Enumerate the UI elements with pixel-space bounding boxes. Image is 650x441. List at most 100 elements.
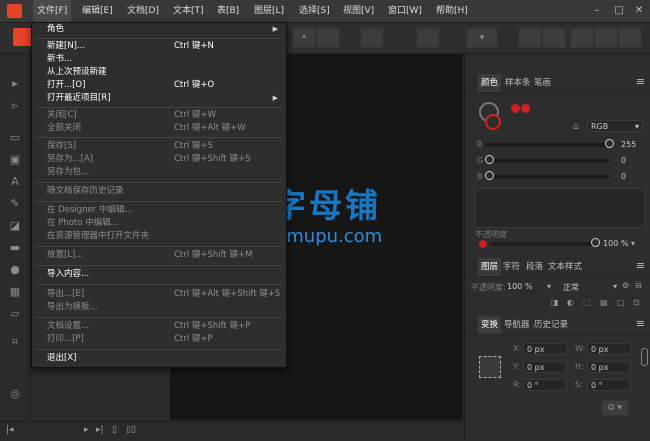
add-layer-icon[interactable]: ▤ xyxy=(600,298,608,307)
channel-r-value[interactable]: 255 xyxy=(621,140,636,149)
menu-item-save-as[interactable]: 另存为...[A] Ctrl 键+Shift 键+S xyxy=(32,153,286,166)
crop-tool-icon[interactable]: ⌗ xyxy=(8,336,22,348)
menu-item-import-content[interactable]: 导入内容... xyxy=(32,268,286,281)
link-aspect-icon[interactable] xyxy=(641,348,648,366)
tab-character[interactable]: 字符 xyxy=(500,258,523,276)
transform-r-field[interactable]: 0 ° xyxy=(523,379,567,391)
group-icon[interactable]: ▢ xyxy=(617,298,625,307)
tab-swatches[interactable]: 样本条 xyxy=(502,74,534,92)
channel-r-slider[interactable] xyxy=(485,143,609,147)
channel-g-knob[interactable] xyxy=(485,155,494,164)
transform-s-field[interactable]: 0 ° xyxy=(587,379,631,391)
fx-icon[interactable]: ⬚ xyxy=(583,298,591,307)
menu-edit[interactable]: 编辑[E] xyxy=(78,0,117,22)
chevron-down-icon[interactable]: ▾ xyxy=(613,282,617,291)
menu-item-print[interactable]: 打印...[P] Ctrl 键+P xyxy=(32,333,286,346)
menu-item-place[interactable]: 放置[L]... Ctrl 键+Shift 键+M xyxy=(32,249,286,262)
rectangle-tool-icon[interactable]: ▬ xyxy=(8,242,22,254)
tab-history[interactable]: 历史记录 xyxy=(531,316,571,334)
toolbar-dropdown[interactable]: ▾ xyxy=(466,28,498,48)
persona-icon[interactable] xyxy=(13,28,33,46)
menu-item-close-all[interactable]: 全部关闭 Ctrl 键+Alt 键+W xyxy=(32,122,286,135)
pointer-tool-icon[interactable]: ▸ xyxy=(8,78,22,90)
toolbar-button[interactable] xyxy=(570,28,594,48)
menu-item-open[interactable]: 打开...[O] Ctrl 键+O xyxy=(32,79,286,92)
menu-view[interactable]: 视图[V] xyxy=(339,0,378,22)
delete-icon[interactable]: ⊡ xyxy=(633,298,640,307)
channel-r-knob[interactable] xyxy=(605,139,614,148)
menu-item-new[interactable]: 新建[N]... Ctrl 键+N xyxy=(32,40,286,53)
menu-item-role[interactable]: 角色 ▶ xyxy=(32,23,286,36)
toolbar-button[interactable] xyxy=(360,28,384,48)
page-icon[interactable]: ▯ xyxy=(112,425,117,435)
menu-select[interactable]: 选择[S] xyxy=(295,0,334,22)
toolbar-button[interactable] xyxy=(416,28,440,48)
chevron-down-icon[interactable]: ▾ xyxy=(631,239,635,248)
layer-opacity-value[interactable]: 100 % xyxy=(507,282,532,291)
tab-navigator[interactable]: 导航器 xyxy=(501,316,533,334)
menu-help[interactable]: 帮助[H] xyxy=(432,0,472,22)
last-page-icon[interactable]: ▸| xyxy=(96,425,104,435)
close-window-button[interactable]: ✕ xyxy=(628,0,650,22)
table-tool-icon[interactable]: ▦ xyxy=(8,286,22,298)
color-opacity-value[interactable]: 100 % xyxy=(603,239,628,248)
toolbar-button[interactable] xyxy=(542,28,566,48)
blend-mode-value[interactable]: 正常 xyxy=(563,282,579,293)
channel-g-slider[interactable] xyxy=(485,159,609,163)
menu-item-edit-in-photo[interactable]: 在 Photo 中编辑... xyxy=(32,217,286,230)
color-opacity-knob[interactable] xyxy=(591,238,600,247)
panel-menu-icon[interactable]: ≡ xyxy=(636,317,645,330)
transform-y-field[interactable]: 0 px xyxy=(523,361,567,373)
artistic-text-icon[interactable]: A xyxy=(8,176,22,188)
menu-item-new-book[interactable]: 新书... xyxy=(32,53,286,66)
menu-text[interactable]: 文本[T] xyxy=(169,0,208,22)
menu-item-export[interactable]: 导出...[E] Ctrl 键+Alt 键+Shift 键+S xyxy=(32,288,286,301)
minimize-button[interactable]: – xyxy=(586,0,608,22)
menu-item-new-from-last-preset[interactable]: 从上次预设新建 xyxy=(32,66,286,79)
tab-transform[interactable]: 变换 xyxy=(478,316,502,334)
fill-tool-icon[interactable]: ◪ xyxy=(8,220,22,232)
menu-item-open-in-explorer[interactable]: 在资源管理器中打开文件夹 xyxy=(32,230,286,243)
menu-item-edit-in-designer[interactable]: 在 Designer 中编辑... xyxy=(32,204,286,217)
menu-table[interactable]: 表[B] xyxy=(213,0,243,22)
stroke-swatch[interactable] xyxy=(485,114,501,130)
gear-icon[interactable]: ⚙ xyxy=(622,281,629,290)
color-wheel-icon[interactable]: ◎ xyxy=(8,388,22,400)
color-opacity-slider[interactable] xyxy=(491,242,595,246)
transform-w-field[interactable]: 0 px xyxy=(587,343,631,355)
transform-h-field[interactable]: 0 px xyxy=(587,361,631,373)
channel-b-knob[interactable] xyxy=(485,171,494,180)
transform-options-button[interactable]: ⧉ ▾ xyxy=(601,400,629,416)
menu-item-export-template[interactable]: 导出为模板... xyxy=(32,301,286,314)
menu-item-exit[interactable]: 退出[X] xyxy=(32,352,286,365)
tab-color[interactable]: 颜色 xyxy=(478,74,502,92)
menu-file[interactable]: 文件[F] xyxy=(33,0,72,22)
tab-text-styles[interactable]: 文本样式 xyxy=(545,258,585,276)
node-tool-icon[interactable]: ▹ xyxy=(8,100,22,112)
toolbar-button[interactable] xyxy=(594,28,618,48)
menu-layer[interactable]: 图层[L] xyxy=(250,0,288,22)
ellipse-tool-icon[interactable]: ● xyxy=(8,264,22,276)
chevron-down-icon[interactable]: ▾ xyxy=(547,282,551,291)
menu-item-open-recent[interactable]: 打开最近项目[R] ▶ xyxy=(32,92,286,105)
text-frame-icon[interactable]: ▭ xyxy=(8,132,22,144)
channel-b-value[interactable]: 0 xyxy=(621,172,626,181)
adjustment-icon[interactable]: ◐ xyxy=(567,298,574,307)
previous-color-swatch[interactable] xyxy=(521,104,530,113)
toolbar-button[interactable] xyxy=(518,28,542,48)
menu-window[interactable]: 窗口[W] xyxy=(384,0,426,22)
panel-menu-icon[interactable]: ≡ xyxy=(636,259,645,272)
shape-tool-icon[interactable]: ▱ xyxy=(8,308,22,320)
lock-icon[interactable]: ⌂ xyxy=(573,122,579,132)
tab-paragraph[interactable]: 段落 xyxy=(523,258,546,276)
play-icon[interactable]: ▸ xyxy=(84,425,89,435)
toolbar-button[interactable] xyxy=(316,28,340,48)
first-page-icon[interactable]: |◂ xyxy=(6,425,14,435)
tab-layers[interactable]: 图层 xyxy=(478,258,502,276)
panel-menu-icon[interactable]: ≡ xyxy=(636,75,645,88)
menu-document[interactable]: 文档[D] xyxy=(123,0,163,22)
menu-item-save-as-package[interactable]: 另存为包... xyxy=(32,166,286,179)
menu-item-save-history[interactable]: 随文档保存历史记录 xyxy=(32,185,286,198)
channel-b-slider[interactable] xyxy=(485,175,609,179)
current-color-swatch[interactable] xyxy=(511,104,520,113)
